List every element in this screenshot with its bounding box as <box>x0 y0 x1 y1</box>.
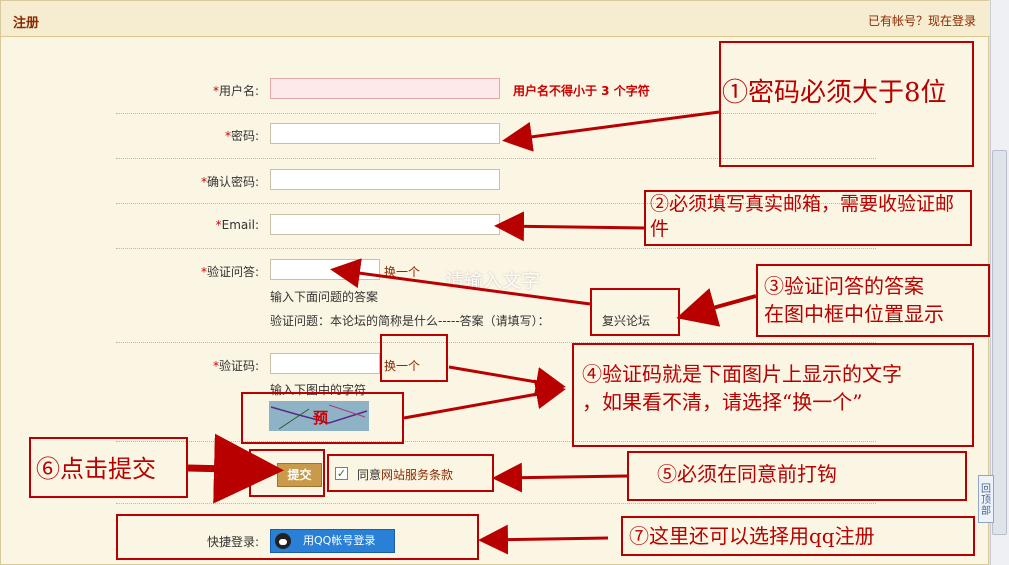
page-title: 注册 <box>13 16 40 31</box>
annotation-3b: 在图中框中位置显示 <box>764 302 944 326</box>
annotation-4b: ，如果看不清，请选择“换一个” <box>582 390 863 414</box>
annotation-1: ①密码必须大于8位 <box>722 78 947 108</box>
username-label: *用户名: <box>212 84 259 98</box>
divider <box>116 248 876 249</box>
divider <box>116 503 876 504</box>
question-hint: 输入下面问题的答案 <box>270 290 379 304</box>
annotation-4a: ④验证码就是下面图片上显示的文字 <box>582 362 902 386</box>
answer-highlight-box <box>590 288 680 336</box>
captcha-highlight-box <box>241 392 404 444</box>
overlay-hint-text: 请输入文字 <box>445 270 541 292</box>
panel-header: 注册 已有帐号？现在登录 <box>1 1 990 37</box>
question-label: *验证问答: <box>200 265 259 279</box>
submit-highlight-box <box>249 449 325 497</box>
change-highlight-box <box>380 334 448 382</box>
captcha-input[interactable] <box>270 353 380 374</box>
annotation-6: ⑥点击提交 <box>36 455 156 483</box>
question-change-link[interactable]: 换一个 <box>384 263 420 280</box>
password-label: *密码: <box>224 129 259 143</box>
login-link[interactable]: 已有帐号？现在登录 <box>868 12 976 29</box>
back-to-top-button[interactable]: 回顶部 <box>978 475 994 523</box>
captcha-label: *验证码: <box>212 359 259 373</box>
email-label: *Email: <box>215 218 259 232</box>
annotation-2: ②必须填写真实邮箱，需要收验证邮件 <box>650 193 955 240</box>
password-input[interactable] <box>270 123 500 144</box>
question-text: 验证问题：本论坛的简称是什么-----答案（请填写）： <box>270 314 550 328</box>
quick-login-highlight-box <box>116 514 479 560</box>
username-warning: 用户名不得小于 3 个字符 <box>513 84 650 98</box>
scrollbar-thumb[interactable] <box>992 150 1007 535</box>
annotation-5: ⑤必须在同意前打钩 <box>657 462 837 486</box>
agree-highlight-box <box>327 454 494 492</box>
confirm-password-label: *确认密码: <box>200 175 259 189</box>
annotation-3a: ③验证问答的答案 <box>764 274 924 298</box>
email-input[interactable] <box>270 214 500 235</box>
question-answer-input[interactable] <box>270 259 380 280</box>
confirm-password-input[interactable] <box>270 169 500 190</box>
username-input[interactable] <box>270 78 500 99</box>
annotation-7: ⑦这里还可以选择用qq注册 <box>629 524 875 548</box>
